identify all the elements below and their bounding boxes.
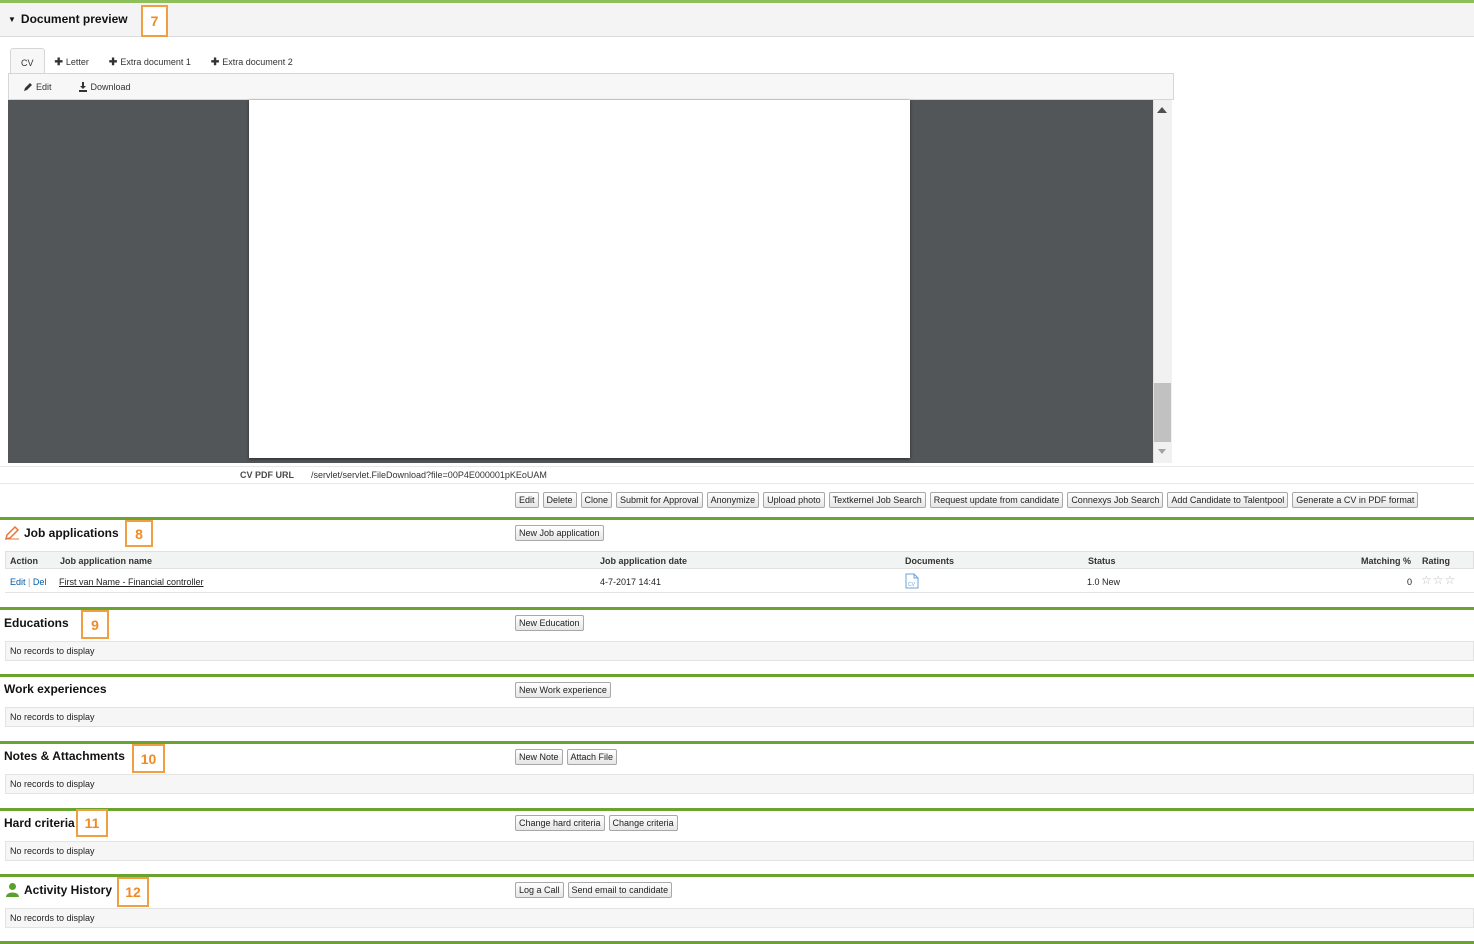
document-preview-toggle[interactable]: ▼ Document preview — [8, 12, 128, 26]
scroll-down-icon[interactable] — [1158, 449, 1166, 454]
clone-button[interactable]: Clone — [580, 492, 613, 508]
callout-marker-12: 12 — [117, 877, 149, 907]
document-tabs: CV ✚ Letter ✚ Extra document 1 ✚ Extra docu… — [10, 48, 303, 74]
table-row — [5, 570, 1474, 593]
job-applications-table-header — [5, 551, 1474, 569]
send-email-button[interactable]: Send email to candidate — [567, 882, 673, 898]
callout-marker-9: 9 — [81, 610, 109, 639]
new-job-application-button[interactable]: New Job application — [515, 525, 604, 541]
plus-icon: ✚ — [54, 57, 63, 68]
section-divider — [0, 874, 1474, 877]
work-experiences-heading: Work experiences — [4, 682, 107, 696]
document-preview-header — [0, 3, 1474, 37]
pdf-scrollbar-thumb[interactable] — [1154, 383, 1171, 442]
new-education-button[interactable]: New Education — [515, 615, 584, 631]
col-action: Action — [10, 556, 38, 566]
job-application-name-link[interactable]: First van Name - Financial controller — [59, 577, 204, 587]
job-applications-heading: Job applications — [5, 525, 119, 540]
col-rating[interactable]: Rating — [1422, 556, 1450, 566]
hard-criteria-empty-message: No records to display — [5, 841, 1474, 861]
tab-extra-document-1[interactable]: ✚ Extra document 1 — [99, 48, 201, 74]
pdf-url-label: CV PDF URL — [240, 470, 294, 480]
connexys-job-search-button[interactable]: Connexys Job Search — [1067, 492, 1164, 508]
col-documents[interactable]: Documents — [905, 556, 954, 566]
notes-empty-message: No records to display — [5, 774, 1474, 794]
cv-document-icon[interactable]: CV — [905, 573, 919, 592]
section-divider — [0, 808, 1474, 811]
job-application-date: 4-7-2017 14:41 — [600, 577, 662, 587]
educations-heading: Educations — [4, 616, 69, 630]
educations-empty-message: No records to display — [5, 641, 1474, 661]
callout-marker-11: 11 — [76, 809, 108, 837]
job-application-status: 1.0 New — [1087, 577, 1121, 587]
edit-document-button[interactable]: Edit — [23, 82, 52, 92]
log-a-call-button[interactable]: Log a Call — [515, 882, 564, 898]
col-job-application-name[interactable]: Job application name — [60, 556, 152, 566]
scroll-up-icon[interactable] — [1157, 107, 1167, 113]
row-edit-link[interactable]: Edit — [10, 577, 26, 587]
col-status[interactable]: Status — [1088, 556, 1116, 566]
delete-button[interactable]: Delete — [542, 492, 577, 508]
svg-text:CV: CV — [908, 582, 916, 588]
textkernel-job-search-button[interactable]: Textkernel Job Search — [828, 492, 926, 508]
pencil-icon — [5, 525, 20, 540]
change-hard-criteria-button[interactable]: Change hard criteria — [515, 815, 605, 831]
submit-for-approval-button[interactable]: Submit for Approval — [616, 492, 703, 508]
change-criteria-button[interactable]: Change criteria — [608, 815, 678, 831]
person-icon — [6, 883, 19, 897]
col-matching[interactable]: Matching % — [1361, 556, 1411, 566]
row-action-separator: | — [28, 577, 31, 587]
notes-attachments-heading: Notes & Attachments — [4, 749, 125, 763]
upload-photo-button[interactable]: Upload photo — [763, 492, 825, 508]
pdf-page — [249, 100, 910, 458]
pdf-url-value: /servlet/servlet.FileDownload?file=00P4E… — [311, 470, 547, 480]
section-divider — [0, 741, 1474, 744]
callout-marker-8: 8 — [125, 520, 153, 547]
download-document-button[interactable]: Download — [78, 81, 131, 92]
col-job-application-date[interactable]: Job application date — [600, 556, 687, 566]
new-note-button[interactable]: New Note — [515, 749, 563, 765]
request-update-button[interactable]: Request update from candidate — [929, 492, 1064, 508]
activity-history-empty-message: No records to display — [5, 908, 1474, 928]
hard-criteria-heading: Hard criteria — [4, 816, 75, 830]
rating-stars[interactable]: ☆☆☆ — [1421, 573, 1456, 587]
document-toolbar: Edit Download — [8, 73, 1174, 100]
plus-icon: ✚ — [108, 57, 118, 68]
row-actions: Edit | Del — [10, 577, 46, 587]
section-divider — [0, 607, 1474, 610]
section-divider — [0, 674, 1474, 677]
plus-icon: ✚ — [210, 57, 220, 68]
collapse-triangle-icon[interactable]: ▼ — [8, 15, 16, 24]
matching-percentage: 0 — [1407, 577, 1413, 587]
row-delete-link[interactable]: Del — [33, 577, 47, 587]
pencil-icon — [24, 82, 32, 91]
tab-letter[interactable]: ✚ Letter — [45, 48, 99, 74]
add-to-talentpool-button[interactable]: Add Candidate to Talentpool — [1167, 492, 1289, 508]
generate-cv-pdf-button[interactable]: Generate a CV in PDF format — [1292, 492, 1419, 508]
pdf-url-row — [0, 466, 1474, 484]
callout-marker-7: 7 — [141, 5, 168, 37]
download-icon — [78, 81, 87, 92]
section-divider — [0, 517, 1474, 520]
notes-buttons: New Note Attach File — [515, 749, 618, 765]
tab-cv[interactable]: CV — [10, 48, 45, 74]
record-action-buttons: Edit Delete Clone Submit for Approval An… — [515, 492, 1419, 510]
tab-extra-document-2[interactable]: ✚ Extra document 2 — [201, 48, 303, 74]
work-experiences-empty-message: No records to display — [5, 707, 1474, 727]
activity-history-buttons: Log a Call Send email to candidate — [515, 882, 673, 898]
attach-file-button[interactable]: Attach File — [566, 749, 618, 765]
document-preview-title: Document preview — [20, 12, 128, 26]
hard-criteria-buttons: Change hard criteria Change criteria — [515, 815, 678, 831]
edit-button[interactable]: Edit — [515, 492, 539, 508]
new-work-experience-button[interactable]: New Work experience — [515, 682, 611, 698]
anonymize-button[interactable]: Anonymize — [706, 492, 760, 508]
activity-history-heading: Activity History — [5, 882, 112, 897]
callout-marker-10: 10 — [132, 744, 165, 773]
